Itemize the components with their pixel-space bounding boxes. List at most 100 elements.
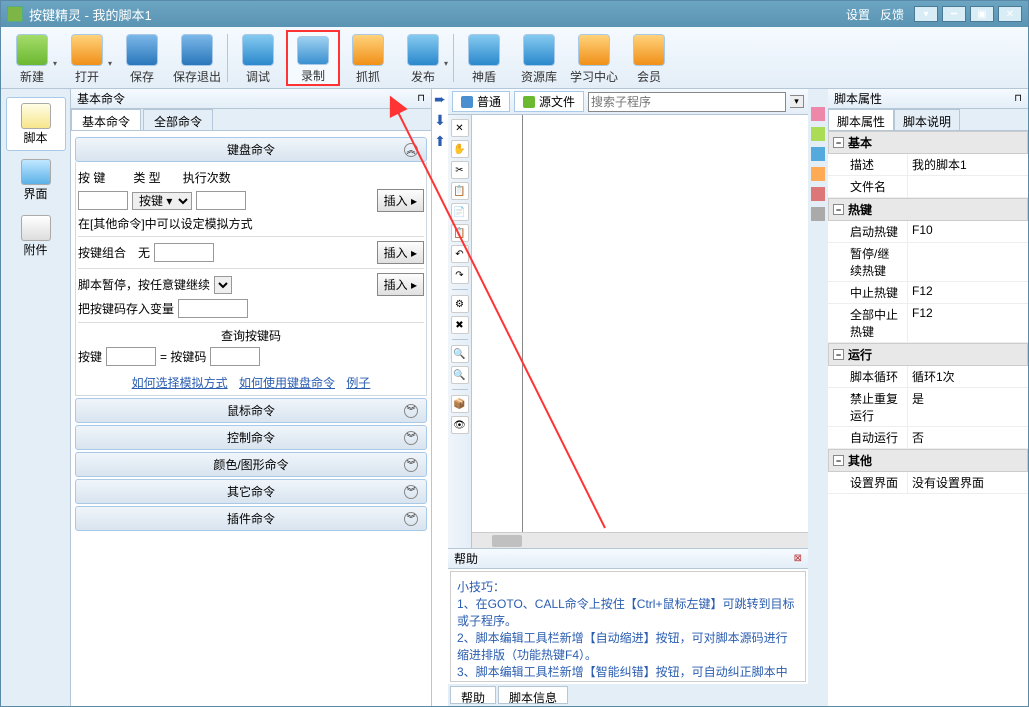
toolbar-资源库[interactable]: 资源库 (512, 30, 566, 86)
view-tab-normal[interactable]: 普通 (452, 91, 510, 112)
left-tab-脚本[interactable]: 脚本 (6, 97, 66, 151)
side-icon-4[interactable] (811, 167, 825, 181)
toolbar-调试[interactable]: 调试 (231, 30, 285, 86)
settings-link[interactable]: 设置 (846, 6, 870, 23)
vtool-15[interactable]: 📦 (451, 395, 469, 413)
side-icon-2[interactable] (811, 127, 825, 141)
prop-row[interactable]: 禁止重复运行是 (828, 388, 1028, 427)
editor-area[interactable] (472, 115, 808, 548)
神盾-icon (468, 34, 500, 66)
maximize-button[interactable]: ▣ (970, 6, 994, 22)
prop-pin-icon[interactable]: ⊓ (1014, 93, 1022, 104)
acc-插件命令[interactable]: 插件命令︾ (75, 506, 427, 531)
prop-row[interactable]: 脚本循环循环1次 (828, 366, 1028, 388)
chevron-down-icon: ︾ (404, 404, 418, 418)
toolbar-保存[interactable]: 保存 (115, 30, 169, 86)
prop-cat-基本[interactable]: −基本 (828, 131, 1028, 154)
prop-row[interactable]: 描述我的脚本1 (828, 154, 1028, 176)
toolbar-学习中心[interactable]: 学习中心 (567, 30, 621, 86)
acc-其它命令[interactable]: 其它命令︾ (75, 479, 427, 504)
prop-row[interactable]: 中止热键F12 (828, 282, 1028, 304)
vtool-6[interactable]: ↶ (451, 245, 469, 263)
collapse-icon: − (833, 204, 844, 215)
调试-icon (242, 34, 274, 66)
arrow-up-icon[interactable]: ⬆ (434, 133, 446, 150)
vtool-4[interactable]: 📄 (451, 203, 469, 221)
close-button[interactable]: ✕ (998, 6, 1022, 22)
type-select[interactable]: 按键 ▾ (132, 192, 192, 210)
vtool-5[interactable]: 📋 (451, 224, 469, 242)
vtool-12[interactable]: 🔍 (451, 345, 469, 363)
prop-row[interactable]: 启动热键F10 (828, 221, 1028, 243)
keycode-output[interactable] (210, 347, 260, 366)
side-icon-3[interactable] (811, 147, 825, 161)
insert-button-1[interactable]: 插入 ▸ (377, 189, 424, 212)
help-title: 帮助 (454, 550, 478, 567)
vtool-7[interactable]: ↷ (451, 266, 469, 284)
tips-title: 小技巧： (457, 578, 799, 595)
h-scrollbar[interactable] (472, 532, 808, 548)
minimize-button[interactable]: ━ (942, 6, 966, 22)
toolbar-抓抓[interactable]: 抓抓 (341, 30, 395, 86)
combo-input[interactable] (154, 243, 214, 262)
vtool-16[interactable]: 👁 (451, 416, 469, 434)
prop-tab-desc[interactable]: 脚本说明 (894, 109, 960, 130)
toolbar-新建[interactable]: 新建▾ (5, 30, 59, 86)
side-icon-5[interactable] (811, 187, 825, 201)
toolbar-录制[interactable]: 录制 (286, 30, 340, 86)
key-input[interactable] (78, 191, 128, 210)
arrow-right-icon[interactable]: ➨ (434, 91, 446, 108)
acc-keyboard[interactable]: 键盘命令︽ (75, 137, 427, 162)
side-icon-1[interactable] (811, 107, 825, 121)
vtool-2[interactable]: ✂ (451, 161, 469, 179)
prop-row[interactable]: 文件名 (828, 176, 1028, 198)
保存-icon (126, 34, 158, 66)
search-dropdown[interactable]: ▾ (790, 95, 804, 108)
toolbar-神盾[interactable]: 神盾 (457, 30, 511, 86)
prop-cat-运行[interactable]: −运行 (828, 343, 1028, 366)
prop-cat-其他[interactable]: −其他 (828, 449, 1028, 472)
help-tab-help[interactable]: 帮助 (450, 686, 496, 704)
toolbar-打开[interactable]: 打开▾ (60, 30, 114, 86)
insert-button-2[interactable]: 插入 ▸ (377, 241, 424, 264)
prop-row[interactable]: 设置界面没有设置界面 (828, 472, 1028, 494)
tab-basic-cmd[interactable]: 基本命令 (71, 109, 141, 130)
arrow-down-icon[interactable]: ⬇ (434, 112, 446, 129)
toolbar-发布[interactable]: 发布▾ (396, 30, 450, 86)
vtool-13[interactable]: 🔍 (451, 366, 469, 384)
acc-控制命令[interactable]: 控制命令︾ (75, 425, 427, 450)
pause-select[interactable] (214, 276, 232, 294)
insert-button-3[interactable]: 插入 ▸ (377, 273, 424, 296)
var-input[interactable] (178, 299, 248, 318)
prop-row[interactable]: 暂停/继续热键 (828, 243, 1028, 282)
search-input[interactable] (588, 92, 786, 112)
toolbar-保存退出[interactable]: 保存退出 (170, 30, 224, 86)
vtool-3[interactable]: 📋 (451, 182, 469, 200)
vtool-10[interactable]: ✖ (451, 316, 469, 334)
prop-row[interactable]: 自动运行否 (828, 427, 1028, 449)
link-example[interactable]: 例子 (346, 376, 370, 390)
link-kbd-help[interactable]: 如何使用键盘命令 (239, 376, 335, 390)
dropdown-button[interactable]: ▾ (914, 6, 938, 22)
toolbar-会员[interactable]: 会员 (622, 30, 676, 86)
prop-cat-热键[interactable]: −热键 (828, 198, 1028, 221)
feedback-link[interactable]: 反馈 (880, 6, 904, 23)
help-close-icon[interactable]: ⊠ (794, 553, 802, 564)
help-tab-script-info[interactable]: 脚本信息 (498, 686, 568, 704)
prop-tab-attrs[interactable]: 脚本属性 (828, 109, 894, 130)
query-key-input[interactable] (106, 347, 156, 366)
acc-鼠标命令[interactable]: 鼠标命令︾ (75, 398, 427, 423)
prop-row[interactable]: 全部中止热键F12 (828, 304, 1028, 343)
left-tab-界面[interactable]: 界面 (6, 153, 66, 207)
count-input[interactable] (196, 191, 246, 210)
side-icon-6[interactable] (811, 207, 825, 221)
pin-icon[interactable]: ⊓ (417, 93, 425, 104)
left-tab-附件[interactable]: 附件 (6, 209, 66, 263)
tab-all-cmd[interactable]: 全部命令 (143, 109, 213, 130)
acc-颜色/图形命令[interactable]: 颜色/图形命令︾ (75, 452, 427, 477)
vtool-0[interactable]: ✕ (451, 119, 469, 137)
vtool-1[interactable]: ✋ (451, 140, 469, 158)
link-sim-mode[interactable]: 如何选择模拟方式 (132, 376, 228, 390)
vtool-9[interactable]: ⚙ (451, 295, 469, 313)
view-tab-source[interactable]: 源文件 (514, 91, 584, 112)
